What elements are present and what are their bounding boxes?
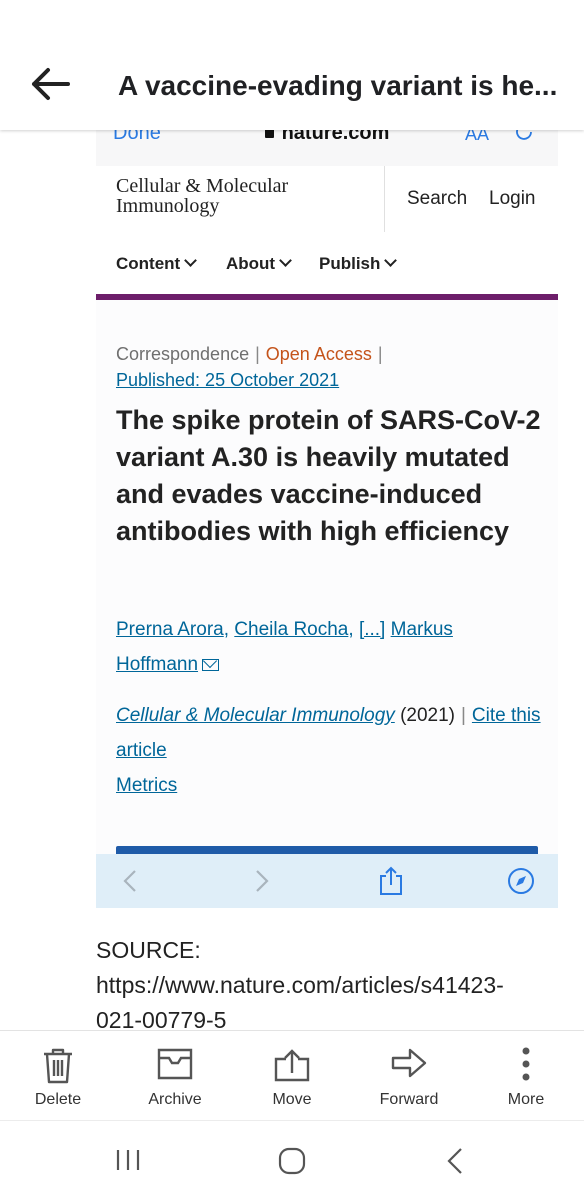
login-link[interactable]: Login: [489, 188, 536, 210]
nav-about[interactable]: About: [226, 254, 292, 274]
journal-name-line2: Immunology: [116, 195, 220, 217]
site-nav: Content About Publish: [96, 232, 558, 294]
metrics-link[interactable]: Metrics: [116, 774, 177, 798]
nav-publish[interactable]: Publish: [319, 254, 398, 274]
safari-bottom-toolbar: [96, 854, 558, 908]
browser-back-icon[interactable]: [122, 866, 138, 896]
journal-link[interactable]: Cellular & Molecular Immunology: [116, 705, 395, 726]
lock-icon: [264, 129, 274, 138]
article-title: The spike protein of SARS-CoV-2 variant …: [116, 405, 541, 546]
source-url-line1[interactable]: https://www.nature.com/articles/s41423-: [96, 968, 566, 1003]
forward-label: Forward: [379, 1091, 439, 1108]
site-header: Cellular & Molecular Immunology Search L…: [96, 166, 558, 233]
compass-icon[interactable]: [506, 866, 536, 896]
email-subject-title: A vaccine-evading variant is he...: [118, 70, 558, 101]
search-link[interactable]: Search: [407, 188, 467, 210]
delete-label: Delete: [34, 1091, 82, 1108]
header-divider: [384, 166, 385, 232]
expand-authors-link[interactable]: [...]: [359, 619, 385, 640]
article-type: Correspondence: [116, 344, 250, 364]
archive-icon: [157, 1048, 193, 1080]
journal-name-line1: Cellular & Molecular: [116, 175, 289, 197]
author-list: Prerna Arora, Cheila Rocha, [...] Markus…: [116, 619, 453, 675]
author-link[interactable]: Prerna Arora: [116, 619, 224, 640]
archive-label: Archive: [148, 1091, 202, 1108]
source-label: SOURCE:: [96, 937, 201, 963]
nav-content[interactable]: Content: [116, 254, 198, 274]
embedded-screenshot: Done nature.com AA Cellular & Molecular …: [96, 108, 558, 908]
move-label: Move: [272, 1091, 312, 1108]
delete-button[interactable]: Delete: [8, 1031, 108, 1121]
open-access-label: Open Access: [265, 344, 372, 364]
home-icon[interactable]: [278, 1147, 306, 1175]
citation-line: Cellular & Molecular Immunology (2021) | C…: [116, 705, 541, 761]
chevron-down-icon: [279, 254, 292, 267]
article-meta: Correspondence | Open Access |: [116, 344, 383, 364]
publication-year: (2021): [400, 705, 455, 726]
nav-publish-label: Publish: [319, 254, 381, 273]
chevron-down-icon: [384, 254, 398, 267]
published-date-link[interactable]: Published: 25 October 2021: [116, 368, 339, 392]
share-icon[interactable]: [378, 866, 404, 896]
archive-button[interactable]: Archive: [125, 1031, 225, 1121]
chevron-down-icon: [184, 254, 198, 267]
system-nav-bar: [0, 1120, 584, 1201]
app-bar: A vaccine-evading variant is he...: [0, 0, 584, 130]
journal-logo[interactable]: Cellular & Molecular Immunology: [116, 176, 288, 216]
move-button[interactable]: Move: [242, 1031, 342, 1121]
more-vertical-icon: [522, 1047, 530, 1081]
more-button[interactable]: More: [476, 1031, 576, 1121]
move-folder-icon: [274, 1049, 310, 1082]
email-action-bar: Delete Archive Move Forward More: [0, 1030, 584, 1121]
browser-forward-icon[interactable]: [254, 866, 270, 896]
author-link[interactable]: Cheila Rocha: [234, 619, 348, 640]
recent-apps-icon[interactable]: [115, 1148, 141, 1172]
back-arrow-icon[interactable]: [30, 60, 74, 108]
email-body-source: SOURCE: https://www.nature.com/articles/…: [96, 933, 566, 1038]
forward-button[interactable]: Forward: [359, 1031, 459, 1121]
article-header: Correspondence | Open Access | Published: 2…: [96, 300, 558, 860]
nav-content-label: Content: [116, 254, 181, 273]
system-back-icon[interactable]: [446, 1147, 464, 1175]
mail-icon[interactable]: [202, 659, 220, 671]
forward-arrow-icon: [391, 1048, 427, 1078]
trash-icon: [44, 1048, 72, 1084]
more-label: More: [507, 1091, 545, 1108]
nav-about-label: About: [226, 254, 276, 273]
